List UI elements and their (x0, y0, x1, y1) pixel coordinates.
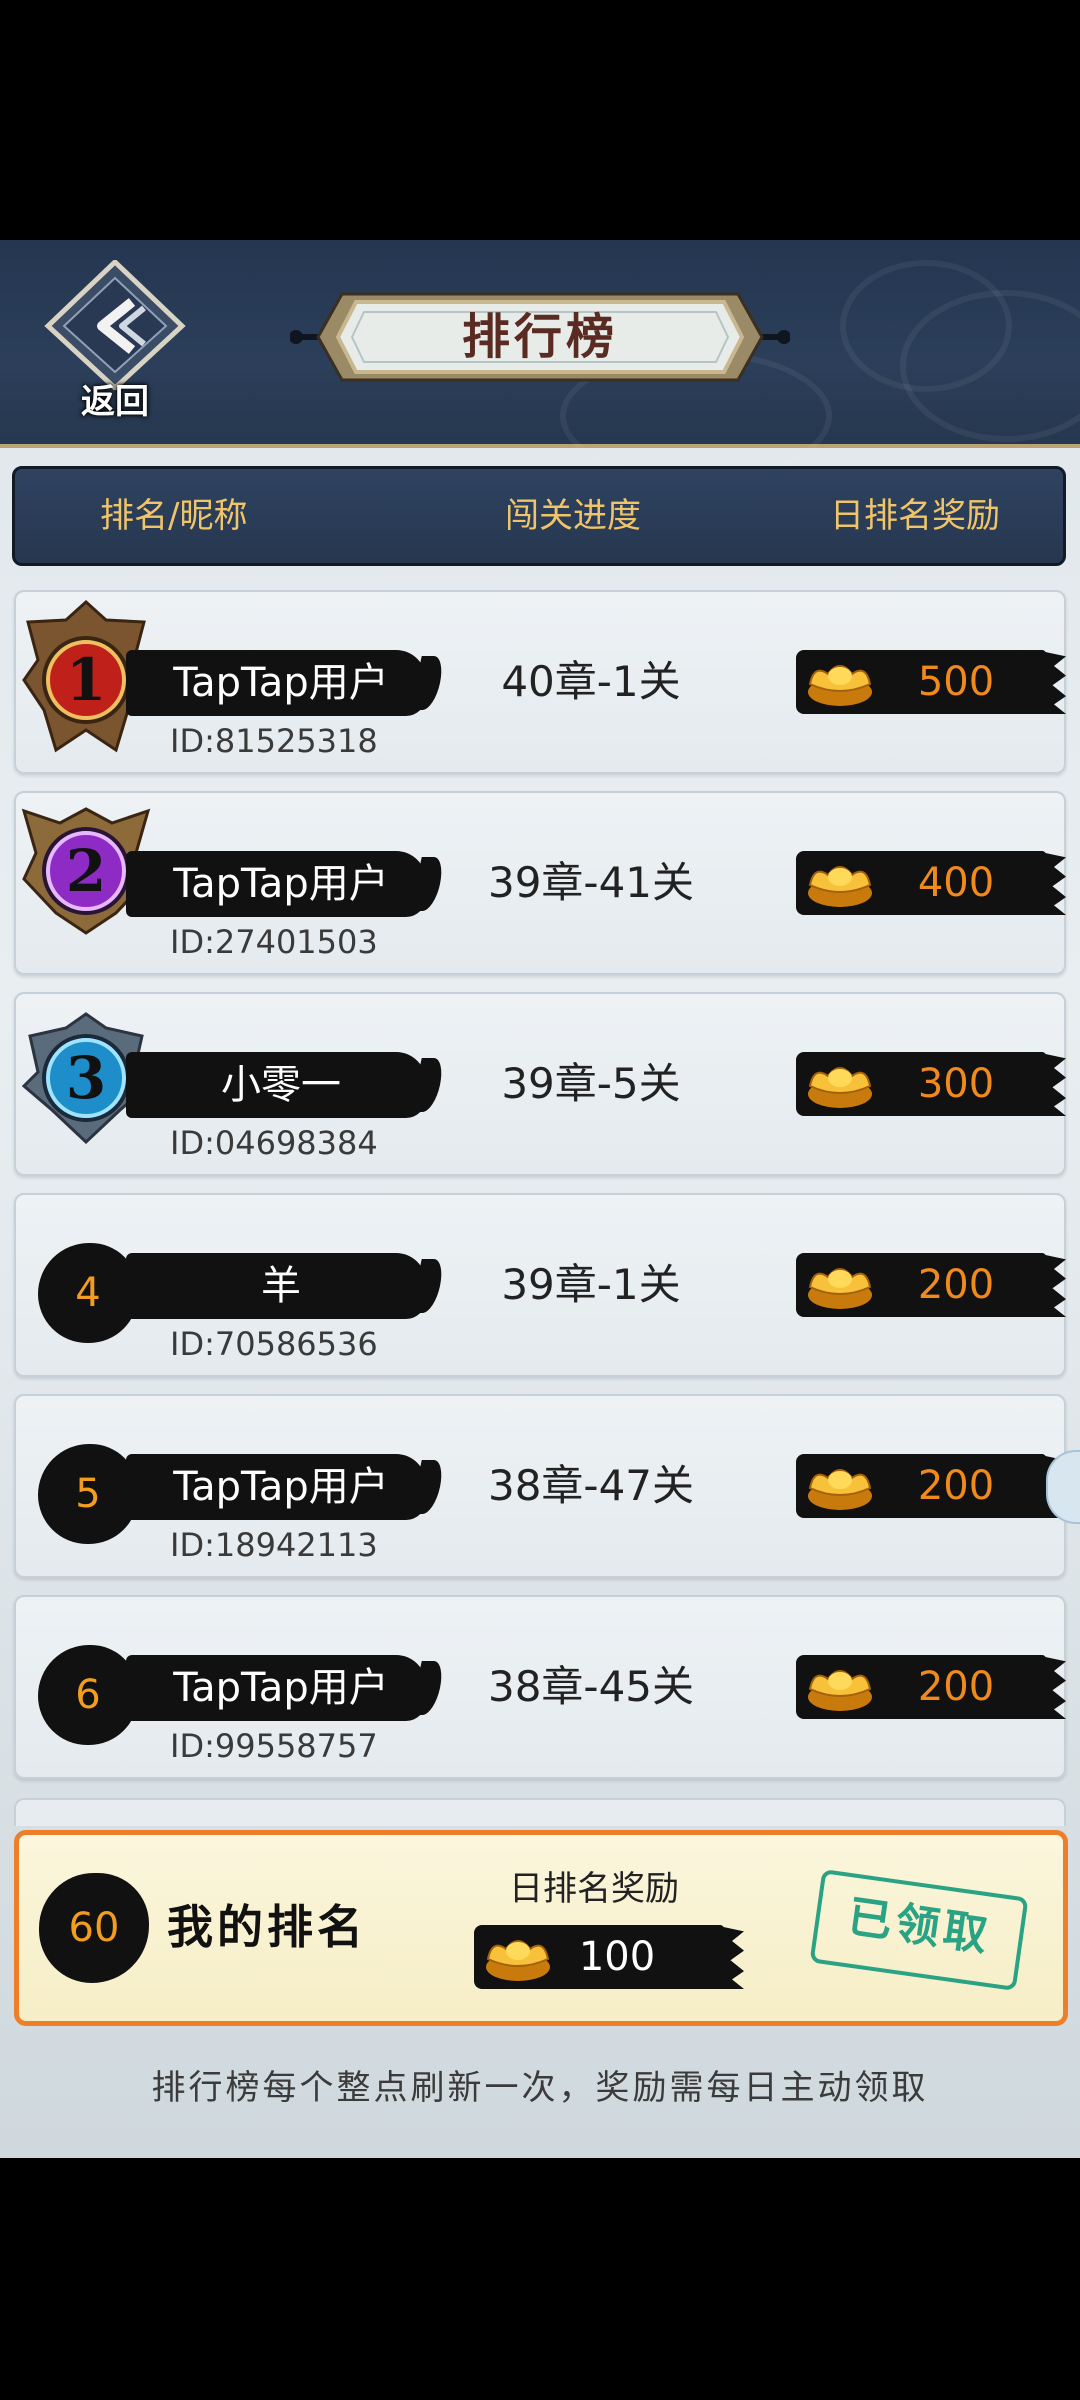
reward-amount: 200 (917, 1463, 995, 1509)
my-rank-number: 60 (68, 1905, 120, 1951)
reward-amount: 500 (917, 659, 995, 705)
reward-badge: 400 (796, 851, 1046, 915)
player-id: ID:27401503 (170, 923, 378, 961)
claimed-status-stamp[interactable]: 已领取 (809, 1868, 1029, 1992)
list-scroll-peek[interactable] (14, 1798, 1066, 1826)
svg-text:3: 3 (66, 1044, 106, 1112)
reward-badge: 200 (796, 1655, 1046, 1719)
gold-ingot-icon (808, 866, 872, 907)
rank-number: 6 (75, 1672, 101, 1718)
player-nickname: 小零一 (221, 1062, 341, 1108)
col-rank-name: 排名/昵称 (100, 496, 248, 536)
gold-ingot-icon (808, 1268, 872, 1309)
col-reward: 日排名奖励 (830, 496, 1000, 536)
stage-progress: 39章-41关 (487, 858, 695, 907)
stage-progress: 40章-1关 (501, 657, 681, 706)
my-rank-label: 我的排名 (167, 1900, 367, 1954)
table-row: 2 TapTap用户 ID:27401503 39章-41关 400 (14, 791, 1066, 975)
stage-progress: 39章-1关 (501, 1260, 681, 1309)
player-nickname: TapTap用户 (173, 660, 389, 706)
stage-progress: 38章-45关 (487, 1662, 695, 1711)
table-row: 3 小零一 ID:04698384 39章-5关 300 (14, 992, 1066, 1176)
header-bar: 返回 排行榜 (0, 240, 1080, 482)
stage-progress: 38章-47关 (487, 1461, 695, 1510)
player-id: ID:04698384 (170, 1124, 378, 1162)
player-id: ID:81525318 (170, 722, 378, 760)
svg-text:1: 1 (66, 646, 106, 714)
player-nickname: TapTap用户 (173, 1665, 389, 1711)
back-arrow-icon (44, 258, 186, 392)
rank-number: 4 (75, 1270, 101, 1316)
player-nickname: 羊 (261, 1263, 301, 1309)
player-id: ID:70586536 (170, 1325, 378, 1363)
back-label: 返回 (81, 382, 149, 422)
column-header: 排名/昵称 闯关进度 日排名奖励 (12, 466, 1066, 566)
reward-amount: 300 (917, 1061, 995, 1107)
my-reward-title: 日排名奖励 (509, 1869, 679, 1909)
col-progress: 闯关进度 (505, 496, 641, 536)
player-nickname: TapTap用户 (173, 861, 389, 907)
reward-badge: 300 (796, 1052, 1046, 1116)
reward-amount: 200 (917, 1664, 995, 1710)
my-reward-badge: 100 (474, 1925, 724, 1989)
reward-badge: 500 (796, 650, 1046, 714)
table-row: 1 TapTap用户 ID:81525318 40章-1关 500 (14, 590, 1066, 774)
refresh-note: 排行榜每个整点刷新一次，奖励需每日主动领取 (151, 2068, 929, 2108)
reward-amount: 400 (917, 860, 995, 906)
page-title: 排行榜 (461, 309, 618, 365)
my-rank-panel: 60 我的排名 日排名奖励 100 已领取 (14, 1830, 1068, 2026)
rank-number: 5 (75, 1471, 101, 1517)
my-reward-amount: 100 (578, 1934, 656, 1980)
table-row: 4 羊 ID:70586536 39章-1关 200 (14, 1193, 1066, 1377)
reward-badge: 200 (796, 1253, 1046, 1317)
title-plate: 排行榜 (290, 282, 790, 392)
player-id: ID:99558757 (170, 1727, 378, 1765)
svg-text:2: 2 (66, 837, 106, 905)
table-row: 5 TapTap用户 ID:18942113 38章-47关 200 (14, 1394, 1066, 1578)
reward-amount: 200 (917, 1262, 995, 1308)
gold-ingot-icon (808, 1067, 872, 1108)
player-nickname: TapTap用户 (173, 1464, 389, 1510)
player-id: ID:18942113 (170, 1526, 378, 1564)
gold-ingot-icon (808, 1670, 872, 1711)
gold-ingot-icon (486, 1940, 550, 1981)
stage-progress: 39章-5关 (501, 1059, 681, 1108)
table-row: 6 TapTap用户 ID:99558757 38章-45关 200 (14, 1595, 1066, 1779)
leaderboard-screen: 返回 排行榜 排名/昵称 闯关进度 日排名奖励 1 TapTap用户 ID:81… (0, 240, 1080, 2158)
reward-badge: 200 (796, 1454, 1046, 1518)
gold-ingot-icon (808, 1469, 872, 1510)
back-button[interactable]: 返回 (40, 258, 190, 430)
gold-ingot-icon (808, 665, 872, 706)
